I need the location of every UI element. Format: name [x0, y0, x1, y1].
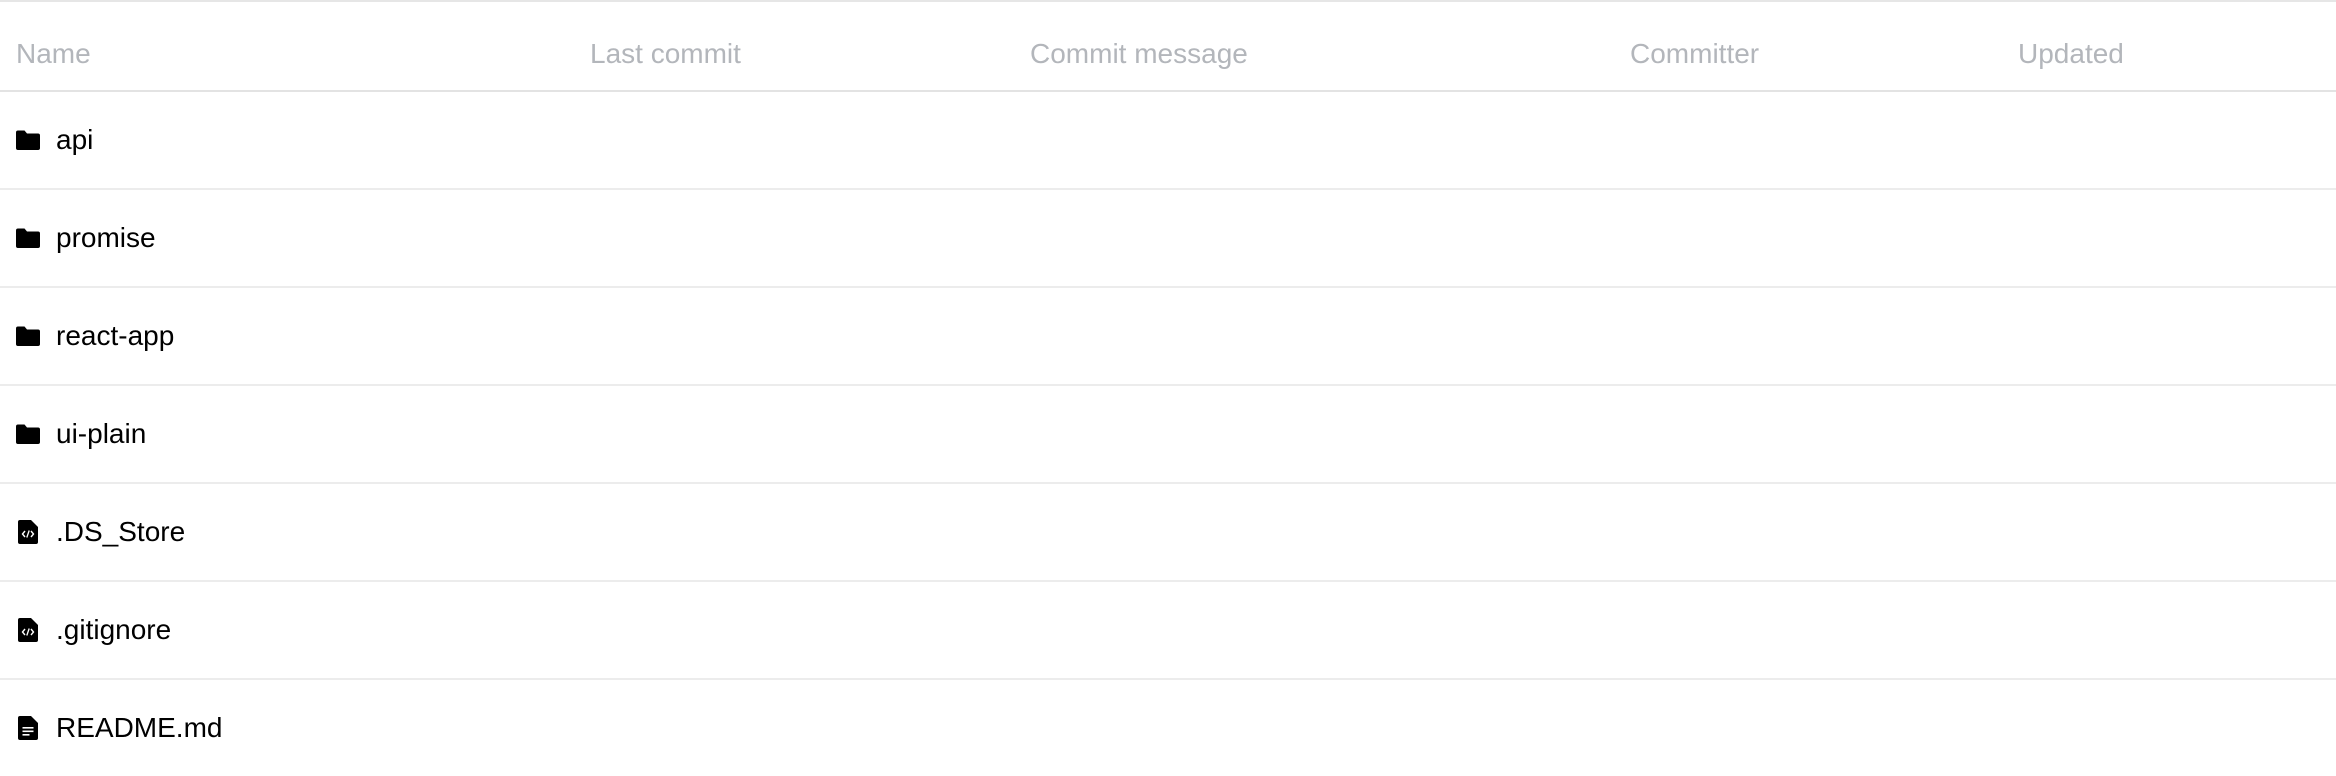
updated-cell — [2018, 190, 2318, 286]
updated-cell — [2018, 484, 2318, 580]
folder-icon — [16, 322, 40, 350]
file-name-link[interactable]: api — [56, 124, 93, 156]
table-row[interactable]: ui-plain — [0, 386, 2336, 484]
table-row[interactable]: api — [0, 92, 2336, 190]
commit-message-cell — [1030, 190, 1590, 286]
file-name-link[interactable]: ui-plain — [56, 418, 146, 450]
last-commit-cell — [590, 190, 990, 286]
updated-cell — [2018, 92, 2318, 188]
column-header-updated[interactable]: Updated — [2018, 2, 2124, 90]
name-cell: .DS_Store — [16, 484, 185, 580]
last-commit-cell — [590, 92, 990, 188]
table-row[interactable]: README.md — [0, 680, 2336, 776]
column-header-commit-message[interactable]: Commit message — [1030, 2, 1248, 90]
commit-message-cell — [1030, 288, 1590, 384]
name-cell: promise — [16, 190, 156, 286]
file-name-link[interactable]: promise — [56, 222, 156, 254]
committer-cell — [1630, 288, 1990, 384]
folder-icon — [16, 420, 40, 448]
committer-cell — [1630, 582, 1990, 678]
file-name-link[interactable]: README.md — [56, 712, 222, 744]
column-header-name[interactable]: Name — [16, 2, 91, 90]
last-commit-cell — [590, 288, 990, 384]
committer-cell — [1630, 680, 1990, 776]
last-commit-cell — [590, 386, 990, 482]
updated-cell — [2018, 288, 2318, 384]
table-row[interactable]: .DS_Store — [0, 484, 2336, 582]
file-name-link[interactable]: .gitignore — [56, 614, 171, 646]
file-name-link[interactable]: .DS_Store — [56, 516, 185, 548]
updated-cell — [2018, 680, 2318, 776]
commit-message-cell — [1030, 582, 1590, 678]
table-row[interactable]: .gitignore — [0, 582, 2336, 680]
table-body: api promise react-app ui-plain .DS_Store… — [0, 92, 2336, 776]
file-table: Name Last commit Commit message Committe… — [0, 2, 2336, 776]
name-cell: README.md — [16, 680, 222, 776]
commit-message-cell — [1030, 484, 1590, 580]
updated-cell — [2018, 582, 2318, 678]
folder-icon — [16, 224, 40, 252]
table-header: Name Last commit Commit message Committe… — [0, 2, 2336, 92]
folder-icon — [16, 126, 40, 154]
column-header-committer[interactable]: Committer — [1630, 2, 1759, 90]
last-commit-cell — [590, 484, 990, 580]
name-cell: .gitignore — [16, 582, 171, 678]
name-cell: api — [16, 92, 93, 188]
committer-cell — [1630, 92, 1990, 188]
committer-cell — [1630, 190, 1990, 286]
table-row[interactable]: react-app — [0, 288, 2336, 386]
commit-message-cell — [1030, 680, 1590, 776]
code-file-icon — [16, 616, 40, 644]
column-header-last-commit[interactable]: Last commit — [590, 2, 741, 90]
text-file-icon — [16, 714, 40, 742]
file-name-link[interactable]: react-app — [56, 320, 174, 352]
commit-message-cell — [1030, 92, 1590, 188]
table-row[interactable]: promise — [0, 190, 2336, 288]
name-cell: ui-plain — [16, 386, 146, 482]
committer-cell — [1630, 386, 1990, 482]
committer-cell — [1630, 484, 1990, 580]
commit-message-cell — [1030, 386, 1590, 482]
last-commit-cell — [590, 582, 990, 678]
updated-cell — [2018, 386, 2318, 482]
code-file-icon — [16, 518, 40, 546]
last-commit-cell — [590, 680, 990, 776]
name-cell: react-app — [16, 288, 174, 384]
